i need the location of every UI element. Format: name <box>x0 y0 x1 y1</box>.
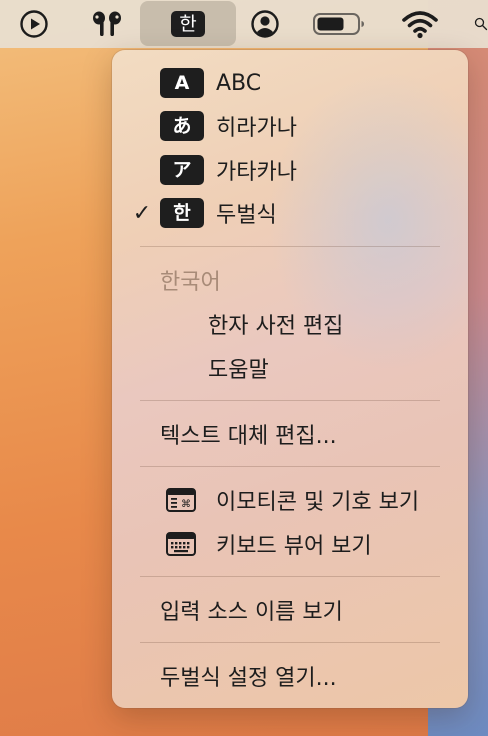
battery-icon[interactable] <box>310 0 368 48</box>
menu-item-label: 키보드 뷰어 보기 <box>216 534 372 559</box>
menu-item-label: 이모티콘 및 기호 보기 <box>216 490 420 515</box>
input-source-icon[interactable]: 한 <box>140 0 236 48</box>
menu-item-label: 입력 소스 이름 보기 <box>160 600 343 625</box>
menu-item-label: ABC <box>216 70 262 96</box>
section-header-korean: 한국어 <box>112 260 468 300</box>
hangul-badge-icon: 한 <box>160 198 204 228</box>
menu-item-label: 히라가나 <box>216 116 297 141</box>
menu-item-label: 두벌식 설정 열기... <box>160 666 337 691</box>
menu-item-show-input-source-name[interactable]: 입력 소스 이름 보기 <box>112 590 468 630</box>
menu-bar: 한 <box>0 0 488 48</box>
menu-item-label: 가타카나 <box>216 160 297 185</box>
input-source-menu: A ABC あ 히라가나 ア 가타카나 ✓ 한 두벌식 한국어 한자 사전 편집… <box>112 50 468 708</box>
section-header-label: 한국어 <box>160 270 221 295</box>
keyboard-viewer-icon <box>164 530 198 558</box>
menu-item-hiragana[interactable]: あ 히라가나 <box>112 106 468 146</box>
menu-item-open-settings[interactable]: 두벌식 설정 열기... <box>112 656 468 696</box>
abc-badge-icon: A <box>160 68 204 98</box>
wifi-icon[interactable] <box>398 0 442 48</box>
menu-separator <box>140 246 440 247</box>
input-source-badge: 한 <box>171 11 205 37</box>
menu-separator <box>140 466 440 467</box>
menu-item-katakana[interactable]: ア 가타카나 <box>112 150 468 190</box>
menu-item-help[interactable]: 도움말 <box>112 348 468 388</box>
menu-separator <box>140 400 440 401</box>
user-circle-icon[interactable] <box>246 0 284 48</box>
airpods-icon[interactable] <box>84 0 130 48</box>
menu-item-dubeolsik[interactable]: ✓ 한 두벌식 <box>112 193 468 233</box>
checkmark-icon: ✓ <box>132 200 152 226</box>
svg-text:⌘: ⌘ <box>181 499 191 510</box>
menu-item-keyboard-viewer[interactable]: 키보드 뷰어 보기 <box>112 524 468 564</box>
play-circle-icon[interactable] <box>14 0 54 48</box>
menu-item-label: 한자 사전 편집 <box>208 314 344 339</box>
menu-item-label: 텍스트 대체 편집... <box>160 424 337 449</box>
menu-separator <box>140 642 440 643</box>
menu-item-hanja-dictionary[interactable]: 한자 사전 편집 <box>112 304 468 344</box>
emoji-viewer-icon: ⌘ <box>164 486 198 514</box>
menu-item-label: 도움말 <box>208 358 269 383</box>
menu-item-emoji-viewer[interactable]: ⌘ 이모티콘 및 기호 보기 <box>112 480 468 520</box>
hiragana-badge-icon: あ <box>160 111 204 141</box>
katakana-badge-icon: ア <box>160 155 204 185</box>
menu-item-label: 두벌식 <box>216 203 277 228</box>
search-icon[interactable] <box>474 0 488 48</box>
menu-item-abc[interactable]: A ABC <box>112 63 468 103</box>
menu-separator <box>140 576 440 577</box>
menu-item-text-replacement[interactable]: 텍스트 대체 편집... <box>112 414 468 454</box>
